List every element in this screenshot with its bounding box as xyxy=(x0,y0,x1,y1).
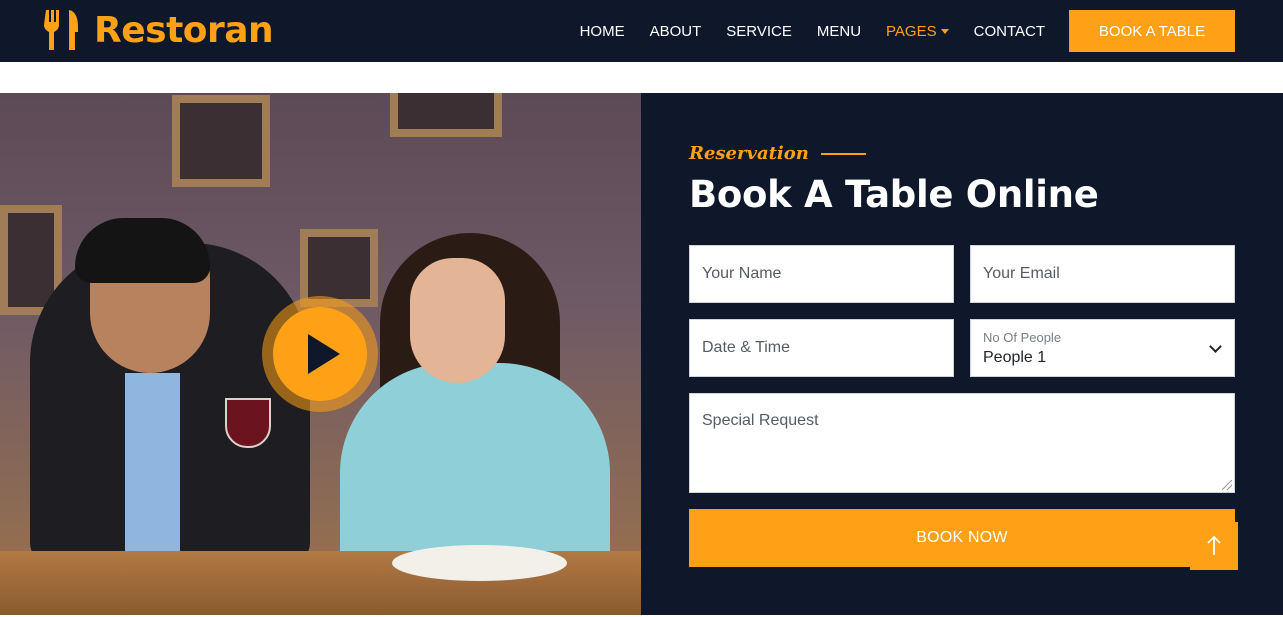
woman-figure xyxy=(340,363,610,563)
brand-logo[interactable]: Restoran xyxy=(44,8,274,52)
nav-home[interactable]: HOME xyxy=(580,23,625,40)
video-play-button[interactable] xyxy=(262,296,378,412)
email-input[interactable] xyxy=(971,246,1234,302)
food-plate xyxy=(392,545,567,581)
nav-contact[interactable]: CONTACT xyxy=(974,23,1045,40)
email-field xyxy=(970,245,1235,303)
name-input[interactable] xyxy=(690,246,953,302)
nav-pages-label: PAGES xyxy=(886,22,937,40)
man-shirt xyxy=(125,373,180,553)
wall-shelf-decoration xyxy=(172,95,270,187)
play-button-inner xyxy=(273,307,367,401)
man-hair xyxy=(75,218,210,283)
book-now-button[interactable]: BOOK NOW xyxy=(689,509,1235,567)
datetime-field xyxy=(689,319,954,377)
book-a-table-button[interactable]: BOOK A TABLE xyxy=(1069,10,1235,52)
back-to-top-button[interactable] xyxy=(1190,522,1238,570)
form-heading: Book A Table Online xyxy=(689,173,1099,216)
wall-shelf-decoration xyxy=(390,93,502,137)
nav-about[interactable]: ABOUT xyxy=(650,23,702,40)
section-divider xyxy=(820,152,866,155)
chevron-down-icon xyxy=(1209,340,1222,353)
caret-down-icon xyxy=(940,29,949,34)
section-label: Reservation xyxy=(689,143,866,164)
woman-head xyxy=(410,258,505,383)
arrow-up-icon xyxy=(1207,536,1221,555)
people-select-value: People 1 xyxy=(983,349,1047,366)
people-select-label: No Of People xyxy=(983,330,1062,345)
section-label-text: Reservation xyxy=(689,143,809,164)
play-icon xyxy=(308,334,340,374)
nav-menu[interactable]: MENU xyxy=(817,23,861,40)
name-field xyxy=(689,245,954,303)
navbar: Restoran HOME ABOUT SERVICE MENU PAGES C… xyxy=(0,0,1283,62)
wall-shelf-decoration xyxy=(300,229,378,307)
datetime-input[interactable] xyxy=(690,320,953,376)
people-select[interactable]: No Of People People 1 xyxy=(970,319,1235,377)
nav-pages-dropdown[interactable]: PAGES xyxy=(886,23,949,40)
special-request-textarea[interactable] xyxy=(690,394,1234,492)
utensils-icon xyxy=(44,10,78,50)
reservation-panel: Reservation Book A Table Online No Of Pe… xyxy=(641,93,1283,615)
brand-name: Restoran xyxy=(94,9,274,51)
wine-glass xyxy=(225,398,271,448)
special-request-field xyxy=(689,393,1235,493)
resize-handle-icon[interactable] xyxy=(1222,480,1232,490)
nav-service[interactable]: SERVICE xyxy=(726,23,792,40)
nav-menu: HOME ABOUT SERVICE MENU PAGES CONTACT BO… xyxy=(555,0,1283,62)
